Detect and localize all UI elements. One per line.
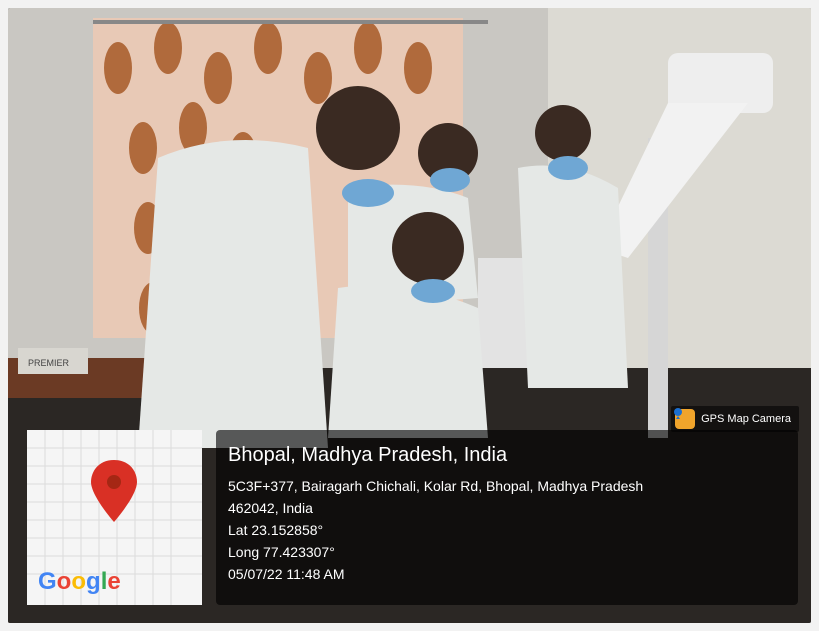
google-logo: Google	[38, 568, 121, 595]
product-label: PREMIER	[28, 358, 70, 368]
longitude: Long 77.423307°	[228, 544, 335, 560]
address-line-1: 5C3F+377, Bairagarh Chichali, Kolar Rd, …	[228, 478, 644, 494]
badge-label: GPS Map Camera	[701, 413, 791, 425]
map-pin-icon	[91, 460, 137, 522]
location-info-panel: Bhopal, Madhya Pradesh, India 5C3F+377, …	[216, 430, 798, 605]
location-title: Bhopal, Madhya Pradesh, India	[228, 444, 508, 466]
gps-map-camera-icon	[674, 408, 696, 429]
latitude: Lat 23.152858°	[228, 522, 324, 538]
gps-map-camera-badge: GPS Map Camera	[671, 406, 799, 432]
address-line-2: 462042, India	[228, 500, 313, 516]
datetime: 05/07/22 11:48 AM	[228, 566, 345, 582]
